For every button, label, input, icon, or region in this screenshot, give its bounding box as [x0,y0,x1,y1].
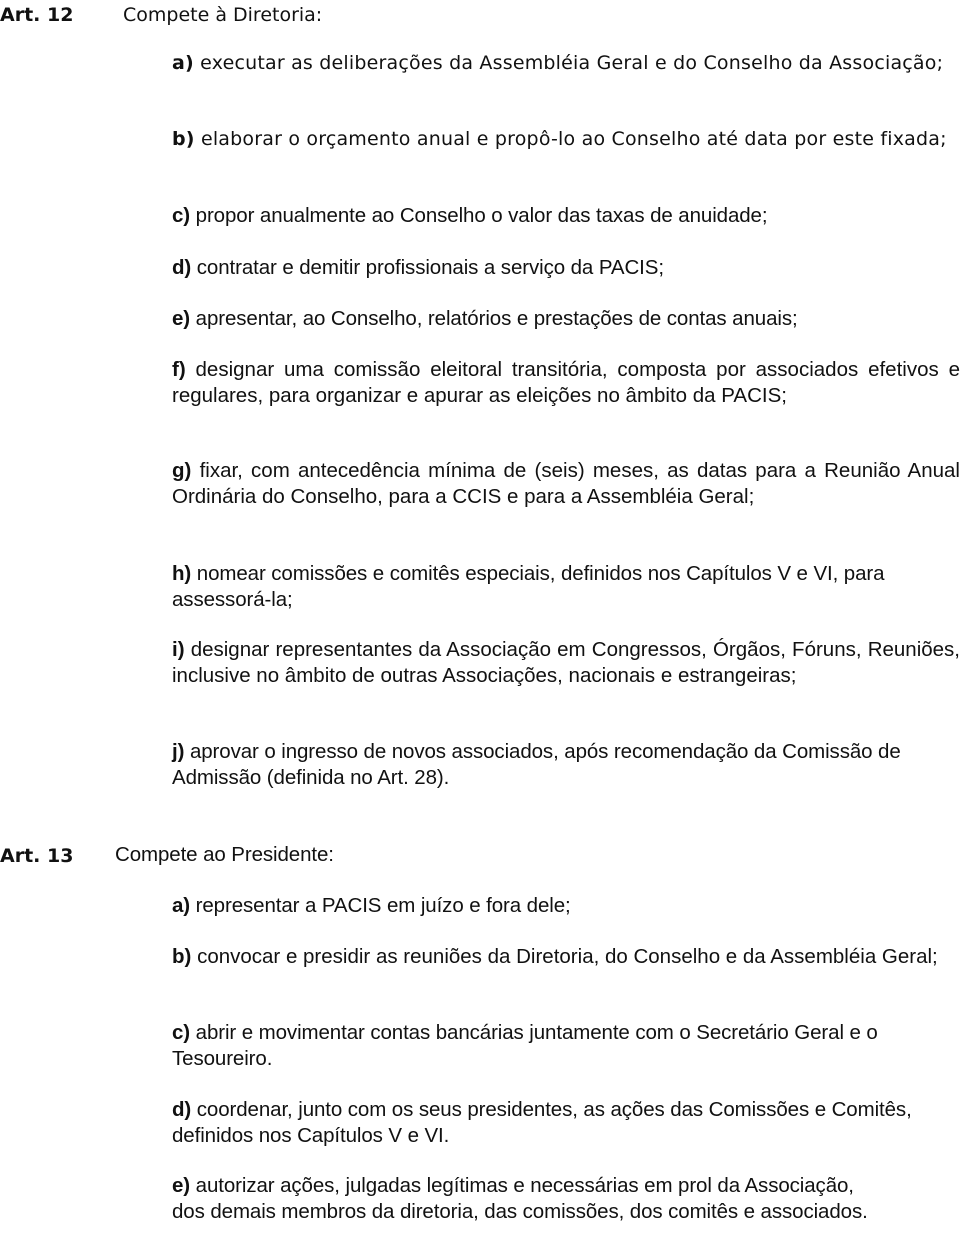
list-item: b) elaborar o orçamento anual e propô-lo… [172,128,947,150]
list-item: i) designar representantes da Associação… [172,638,960,687]
list-item: h) nomear comissões e comitês especiais,… [172,562,885,611]
list-item: a) representar a PACIS em juízo e fora d… [172,894,571,917]
list-item: e) apresentar, ao Conselho, relatórios e… [172,307,798,330]
list-item: c) propor anualmente ao Conselho o valor… [172,204,768,227]
article-label: Art. 12 [0,4,74,26]
list-item: f) designar uma comissão eleitoral trans… [172,358,960,407]
list-item: g) fixar, com antecedência mínima de (se… [172,459,960,508]
list-item: e) autorizar ações, julgadas legítimas e… [172,1174,868,1223]
article-heading: Compete ao Presidente: [115,843,334,866]
list-item: b) convocar e presidir as reuniões da Di… [172,945,938,968]
list-item: d) coordenar, junto com os seus presiden… [172,1098,912,1147]
list-item: c) abrir e movimentar contas bancárias j… [172,1021,878,1070]
article-heading: Compete à Diretoria: [123,4,323,26]
list-item: j) aprovar o ingresso de novos associado… [172,740,901,789]
article-label: Art. 13 [0,845,74,867]
list-item: a) executar as deliberações da Assembléi… [172,52,944,74]
list-item: d) contratar e demitir profissionais a s… [172,256,664,279]
